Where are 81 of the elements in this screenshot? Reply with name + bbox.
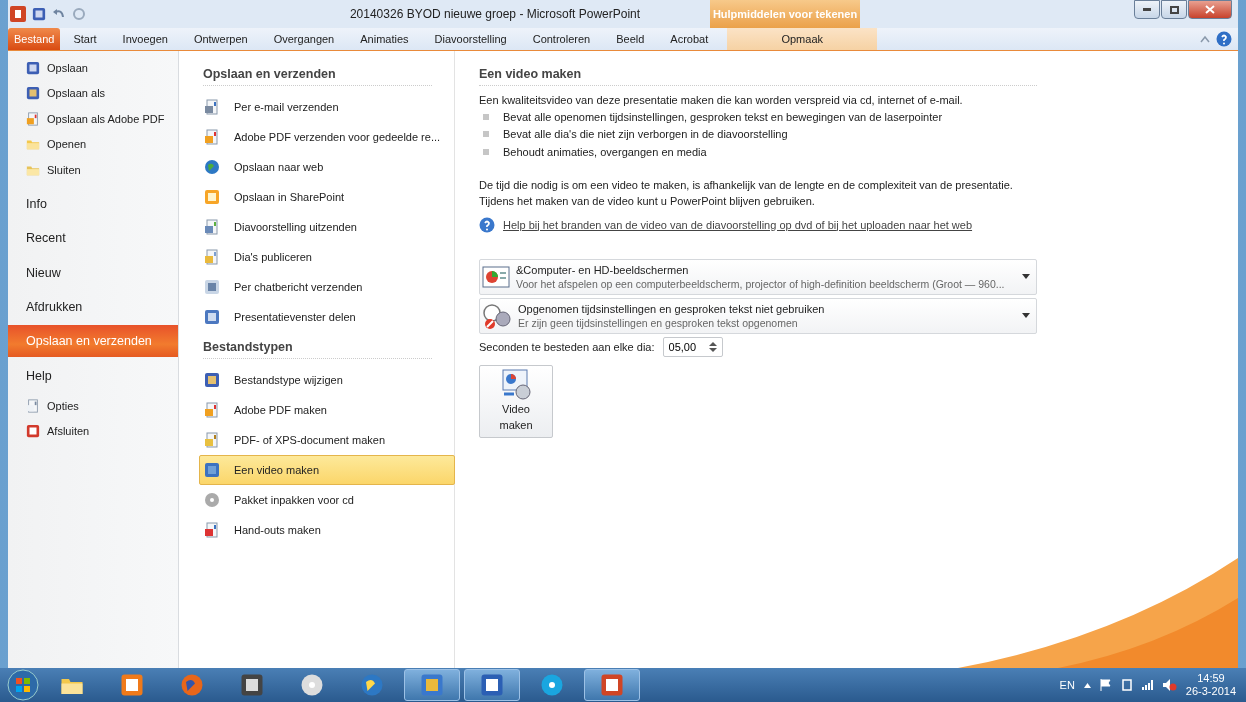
- menu-item[interactable]: Afdrukken: [8, 290, 178, 325]
- minimize-button[interactable]: [1134, 0, 1160, 19]
- bullet-icon: [483, 113, 489, 120]
- minimize-icon: [1143, 8, 1151, 11]
- monitor-chart-icon: [482, 265, 510, 288]
- language-indicator[interactable]: EN: [1059, 679, 1075, 691]
- option-item[interactable]: Per chatbericht verzenden: [199, 272, 455, 302]
- dropdown-arrow-icon: [1022, 313, 1030, 318]
- menu-item[interactable]: Help: [8, 358, 178, 393]
- option-item[interactable]: Bestandstype wijzigen: [199, 365, 455, 395]
- signal-bars-icon[interactable]: [1141, 680, 1154, 690]
- close-button[interactable]: [1188, 0, 1232, 19]
- option-item[interactable]: Dia's publiceren: [199, 242, 455, 272]
- ribbon-tab[interactable]: Animaties: [347, 28, 422, 50]
- menu-item[interactable]: Info: [8, 186, 178, 221]
- intro-text: Een kwaliteitsvideo van deze presentatie maken die kan worden verspreid via cd, internet of e-mail.: [479, 93, 964, 108]
- window-title: 20140326 BYOD nieuwe groep - Microsoft PowerPoint: [348, 7, 642, 21]
- spin-arrows-icon[interactable]: [708, 340, 717, 353]
- taskbar-app-button[interactable]: [464, 669, 520, 701]
- restore-icon: [1169, 5, 1179, 14]
- option-item[interactable]: Opslaan naar web: [199, 152, 455, 182]
- menu-item[interactable]: Opties: [8, 393, 178, 419]
- bullet-text: Bevat alle openomen tijdsinstellingen, gesproken tekst en bewegingen van de laserpointer: [503, 109, 943, 125]
- ribbon-tab[interactable]: Overgangen: [260, 28, 348, 50]
- video-slide-icon: [500, 367, 532, 400]
- option-item[interactable]: Hand-outs maken: [199, 515, 455, 545]
- menu-item[interactable]: Recent: [8, 221, 178, 256]
- dropdown[interactable]: &Computer- en HD-beeldschermen Voor het afspelen op een computerbeeldscherm, projector of high-definition beeldscherm (Groot — 960...: [479, 258, 1037, 295]
- note-text: De tijd die nodig is om een video te maken, is afhankelijk van de lengte en de complexiteit van de presentatie.: [479, 177, 1014, 193]
- help-link[interactable]: Help bij het branden van de video van de diavoorstelling op dvd of bij het uploaden naar het web: [503, 218, 973, 231]
- menu-item[interactable]: Opslaan als Adobe PDF: [8, 106, 178, 132]
- option-item[interactable]: Per e-mail verzenden: [199, 92, 455, 122]
- field-label: Seconden te besteden aan elke dia:: [479, 340, 655, 353]
- context-group-header: Hulpmiddelen voor tekenen: [710, 0, 860, 28]
- menu-item[interactable]: Openen: [8, 131, 178, 157]
- caret-icon[interactable]: [1083, 682, 1091, 688]
- clock-date[interactable]: 26-3-2014: [1185, 685, 1236, 698]
- taskbar-app-button[interactable]: [584, 669, 640, 701]
- ribbon-tab[interactable]: Ontwerpen: [180, 28, 261, 50]
- option-item[interactable]: Adobe PDF maken: [199, 395, 455, 425]
- seconds-field[interactable]: 05,00: [662, 336, 723, 357]
- app-icon[interactable]: [10, 6, 26, 22]
- menu-item[interactable]: Opslaan: [8, 55, 178, 81]
- help-icon: [479, 216, 495, 233]
- bullet-icon: [483, 148, 489, 155]
- create-video-button[interactable]: Video maken: [479, 364, 553, 438]
- option-item[interactable]: Presentatievenster delen: [199, 302, 455, 332]
- section-heading: Een video maken: [479, 67, 1037, 86]
- option-item[interactable]: Pakket inpakken voor cd: [199, 485, 455, 515]
- option-item[interactable]: Opslaan in SharePoint: [199, 182, 455, 212]
- menu-item[interactable]: Sluiten: [8, 157, 178, 183]
- ribbon-tab[interactable]: Beeld: [603, 28, 658, 50]
- bullet-text: Bevat alle dia's die niet zijn verborgen in de diavoorstelling: [503, 127, 788, 143]
- option-item[interactable]: Adobe PDF verzenden voor gedeelde re...: [199, 122, 455, 152]
- clock-time[interactable]: 14:59: [1197, 672, 1225, 685]
- ribbon-tab[interactable]: Controleren: [519, 28, 604, 50]
- start-button-icon[interactable]: [6, 669, 40, 701]
- menu-item[interactable]: Opslaan als: [8, 80, 178, 106]
- dropdown[interactable]: Opgenomen tijdsinstellingen en gesproken tekst niet gebruiken Er zijn geen tijdsinstellingen en gesproken tekst opgenomen: [479, 297, 1037, 334]
- flag-icon[interactable]: [1099, 679, 1112, 691]
- menu-item[interactable]: Afsluiten: [8, 418, 178, 444]
- bullet-icon: [483, 131, 489, 138]
- note-text: Tijdens het maken van de video kunt u PowerPoint blijven gebruiken.: [479, 193, 816, 209]
- ribbon-tab[interactable]: Opmaak: [727, 28, 878, 50]
- cd-icon: [204, 492, 220, 508]
- speaker-muted-icon[interactable]: [1162, 679, 1177, 691]
- close-icon: [1205, 5, 1215, 14]
- menu-item[interactable]: Nieuw: [8, 255, 178, 290]
- restore-button[interactable]: [1161, 0, 1187, 19]
- ribbon-tab[interactable]: Start: [60, 28, 110, 50]
- option-item[interactable]: Een video maken: [199, 455, 455, 485]
- ribbon-tab[interactable]: Diavoorstelling: [421, 28, 520, 50]
- dropdown-arrow-icon: [1022, 274, 1030, 279]
- option-item[interactable]: Diavoorstelling uitzenden: [199, 212, 455, 242]
- bullet-text: Behoudt animaties, overgangen en media: [503, 144, 707, 160]
- ribbon-tab[interactable]: Acrobat: [657, 28, 722, 50]
- section-heading: Bestandstypen: [203, 340, 432, 359]
- section-heading: Opslaan en verzenden: [203, 67, 432, 86]
- help-icon[interactable]: [1216, 31, 1232, 47]
- ribbon-tab[interactable]: Invoegen: [109, 28, 181, 50]
- option-item[interactable]: PDF- of XPS-document maken: [199, 425, 455, 455]
